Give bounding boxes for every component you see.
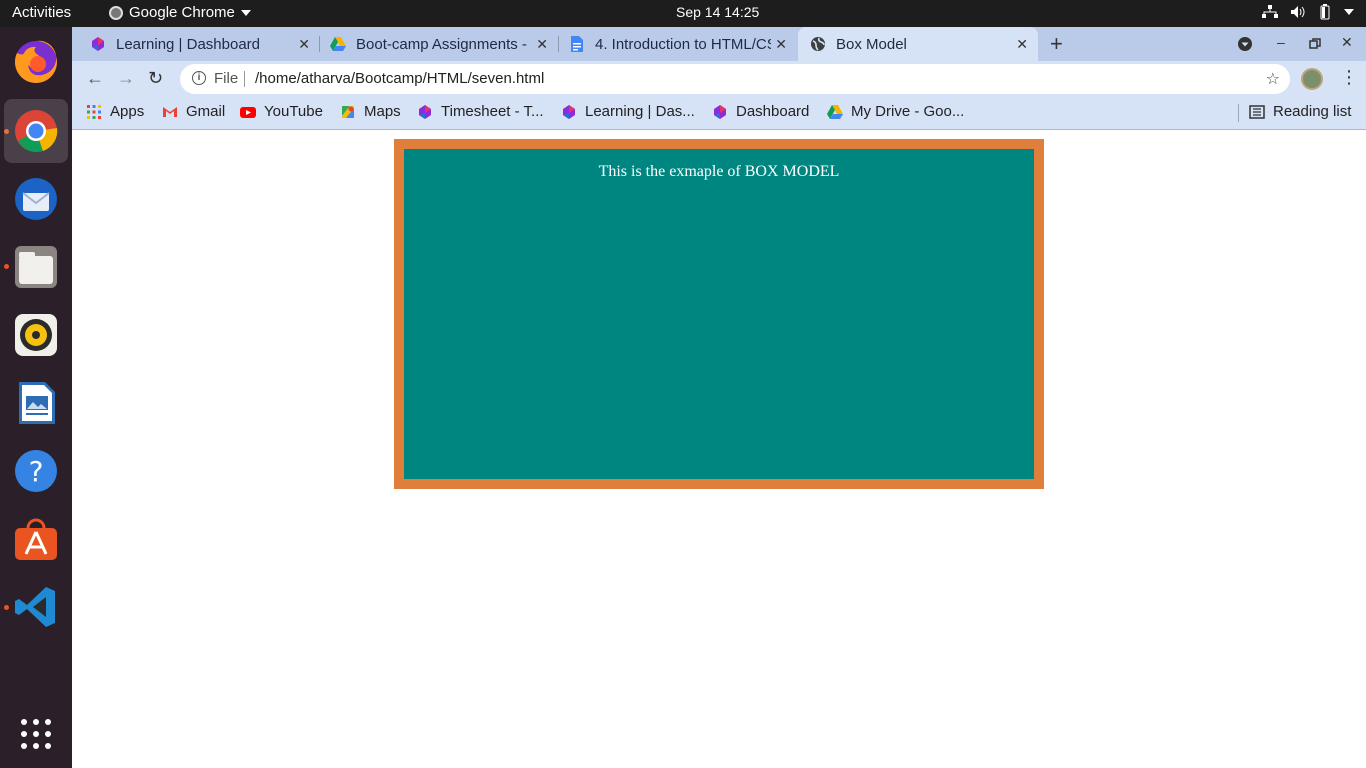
more-menu-icon[interactable]: ⋮	[1340, 67, 1358, 88]
tab-close-icon[interactable]: ✕	[298, 36, 310, 53]
dock-files[interactable]	[4, 235, 68, 299]
tab-strip: Learning | Dashboard ✕ Boot-camp Assignm…	[72, 27, 1366, 61]
bookmark-apps[interactable]: Apps	[86, 103, 144, 120]
reading-list-label: Reading list	[1273, 103, 1352, 120]
bookmark-youtube[interactable]: YouTube	[240, 103, 323, 120]
bookmark-maps[interactable]: Maps	[340, 103, 401, 120]
tab-close-icon[interactable]: ✕	[1016, 36, 1028, 53]
forward-icon[interactable]: →	[117, 68, 135, 89]
learning-favicon-icon	[714, 104, 726, 119]
dock-help[interactable]: ?	[4, 439, 68, 503]
bookmark-label: Learning | Das...	[585, 103, 695, 120]
bookmark-star-icon[interactable]: ☆	[1266, 69, 1280, 89]
chrome-icon	[15, 110, 58, 153]
dock-show-apps[interactable]	[4, 702, 68, 766]
thunderbird-icon	[15, 178, 57, 220]
firefox-icon	[14, 40, 57, 83]
tab-title: Box Model	[836, 35, 907, 53]
tab-title: Learning | Dashboard	[116, 35, 260, 53]
address-bar[interactable]: i File /home/atharva/Bootcamp/HTML/seven…	[180, 64, 1290, 94]
chrome-small-icon	[109, 5, 123, 20]
dock-chrome[interactable]	[4, 99, 68, 163]
bookmark-label: Apps	[110, 103, 145, 120]
google-drive-icon	[827, 104, 843, 119]
tab-intro-html-css[interactable]: 4. Introduction to HTML/CSS ✕	[569, 27, 797, 61]
dock-writer[interactable]	[4, 371, 68, 435]
reload-icon[interactable]: ↻	[148, 68, 163, 89]
system-tray[interactable]	[1262, 4, 1354, 20]
activities-button[interactable]: Activities	[12, 4, 71, 21]
dock-rhythmbox[interactable]	[4, 303, 68, 367]
minimize-icon[interactable]: –	[1277, 34, 1285, 50]
youtube-icon	[240, 106, 256, 118]
browser-toolbar: ← → ↻ i File /home/atharva/Bootcamp/HTML…	[72, 61, 1366, 97]
show-apps-icon	[21, 719, 51, 749]
google-drive-icon	[330, 37, 346, 51]
box-text: This is the exmaple of BOX MODEL	[598, 163, 840, 180]
volume-icon	[1291, 6, 1305, 18]
globe-icon	[811, 37, 825, 51]
bookmark-label: Timesheet - T...	[441, 103, 544, 120]
info-icon[interactable]: i	[192, 71, 206, 85]
vscode-icon	[15, 587, 55, 627]
learning-favicon-icon	[419, 104, 431, 119]
page-content: This is the exmaple of BOX MODEL	[72, 131, 1366, 768]
tab-learning-dashboard[interactable]: Learning | Dashboard ✕	[90, 27, 320, 61]
bookmarks-bar: Apps Gmail YouTube Maps Timesheet - T...…	[72, 97, 1366, 130]
url-text[interactable]: /home/atharva/Bootcamp/HTML/seven.html	[255, 70, 544, 87]
tab-title: Boot-camp Assignments - Go	[356, 35, 531, 53]
restore-icon[interactable]	[1309, 38, 1321, 50]
bookmark-dashboard[interactable]: Dashboard	[712, 103, 809, 120]
libreoffice-writer-icon	[19, 382, 55, 424]
reading-list-button[interactable]: Reading list	[1249, 103, 1351, 120]
app-menu-label: Google Chrome	[129, 4, 235, 21]
bookmark-gmail[interactable]: Gmail	[162, 103, 225, 120]
system-top-bar: Activities Google Chrome Sep 14 14:25	[0, 0, 1366, 27]
tab-title: 4. Introduction to HTML/CSS	[595, 35, 771, 53]
scheme-label: File	[214, 70, 239, 87]
google-maps-icon	[342, 105, 354, 118]
dock-firefox[interactable]	[4, 30, 68, 94]
dock-app-center[interactable]	[4, 507, 68, 571]
bookmark-label: YouTube	[264, 103, 323, 120]
bookmark-label: Gmail	[186, 103, 226, 120]
network-icon	[1262, 5, 1278, 18]
apps-grid-icon	[87, 104, 101, 119]
close-window-icon[interactable]: ✕	[1341, 34, 1353, 51]
tab-close-icon[interactable]: ✕	[775, 36, 787, 53]
gmail-icon	[163, 106, 177, 117]
tab-close-icon[interactable]: ✕	[536, 36, 548, 53]
bookmark-timesheet[interactable]: Timesheet - T...	[417, 103, 544, 120]
help-icon: ?	[15, 450, 57, 492]
box-model-div: This is the exmaple of BOX MODEL	[394, 139, 1044, 489]
bookmark-my-drive[interactable]: My Drive - Goo...	[827, 103, 964, 120]
files-icon	[15, 246, 57, 288]
google-docs-icon	[571, 36, 583, 52]
tab-box-model[interactable]: Box Model ✕	[798, 27, 1038, 61]
bookmark-learning-dashboard[interactable]: Learning | Das...	[561, 103, 695, 120]
svg-text:?: ?	[29, 455, 44, 488]
learning-favicon-icon	[92, 37, 104, 51]
rhythmbox-icon	[15, 314, 57, 356]
app-menu[interactable]: Google Chrome	[109, 4, 251, 21]
tab-bootcamp-assignments[interactable]: Boot-camp Assignments - Go ✕	[330, 27, 558, 61]
bookmark-label: My Drive - Goo...	[851, 103, 965, 120]
dock: ?	[0, 27, 72, 768]
clock[interactable]: Sep 14 14:25	[676, 4, 759, 20]
profile-avatar[interactable]	[1301, 68, 1323, 90]
reading-list-icon	[1249, 104, 1265, 119]
dock-thunderbird[interactable]	[4, 167, 68, 231]
dock-vscode[interactable]	[4, 575, 68, 639]
tab-search-icon[interactable]	[1237, 36, 1253, 52]
app-center-icon	[15, 518, 57, 560]
chevron-down-icon	[240, 9, 251, 16]
system-menu-chevron-icon	[1344, 9, 1354, 15]
bookmark-label: Maps	[364, 103, 401, 120]
new-tab-button[interactable]: +	[1050, 31, 1063, 57]
battery-icon	[1320, 4, 1330, 20]
learning-favicon-icon	[563, 104, 575, 119]
back-icon[interactable]: ←	[86, 68, 104, 89]
bookmark-label: Dashboard	[736, 103, 810, 120]
